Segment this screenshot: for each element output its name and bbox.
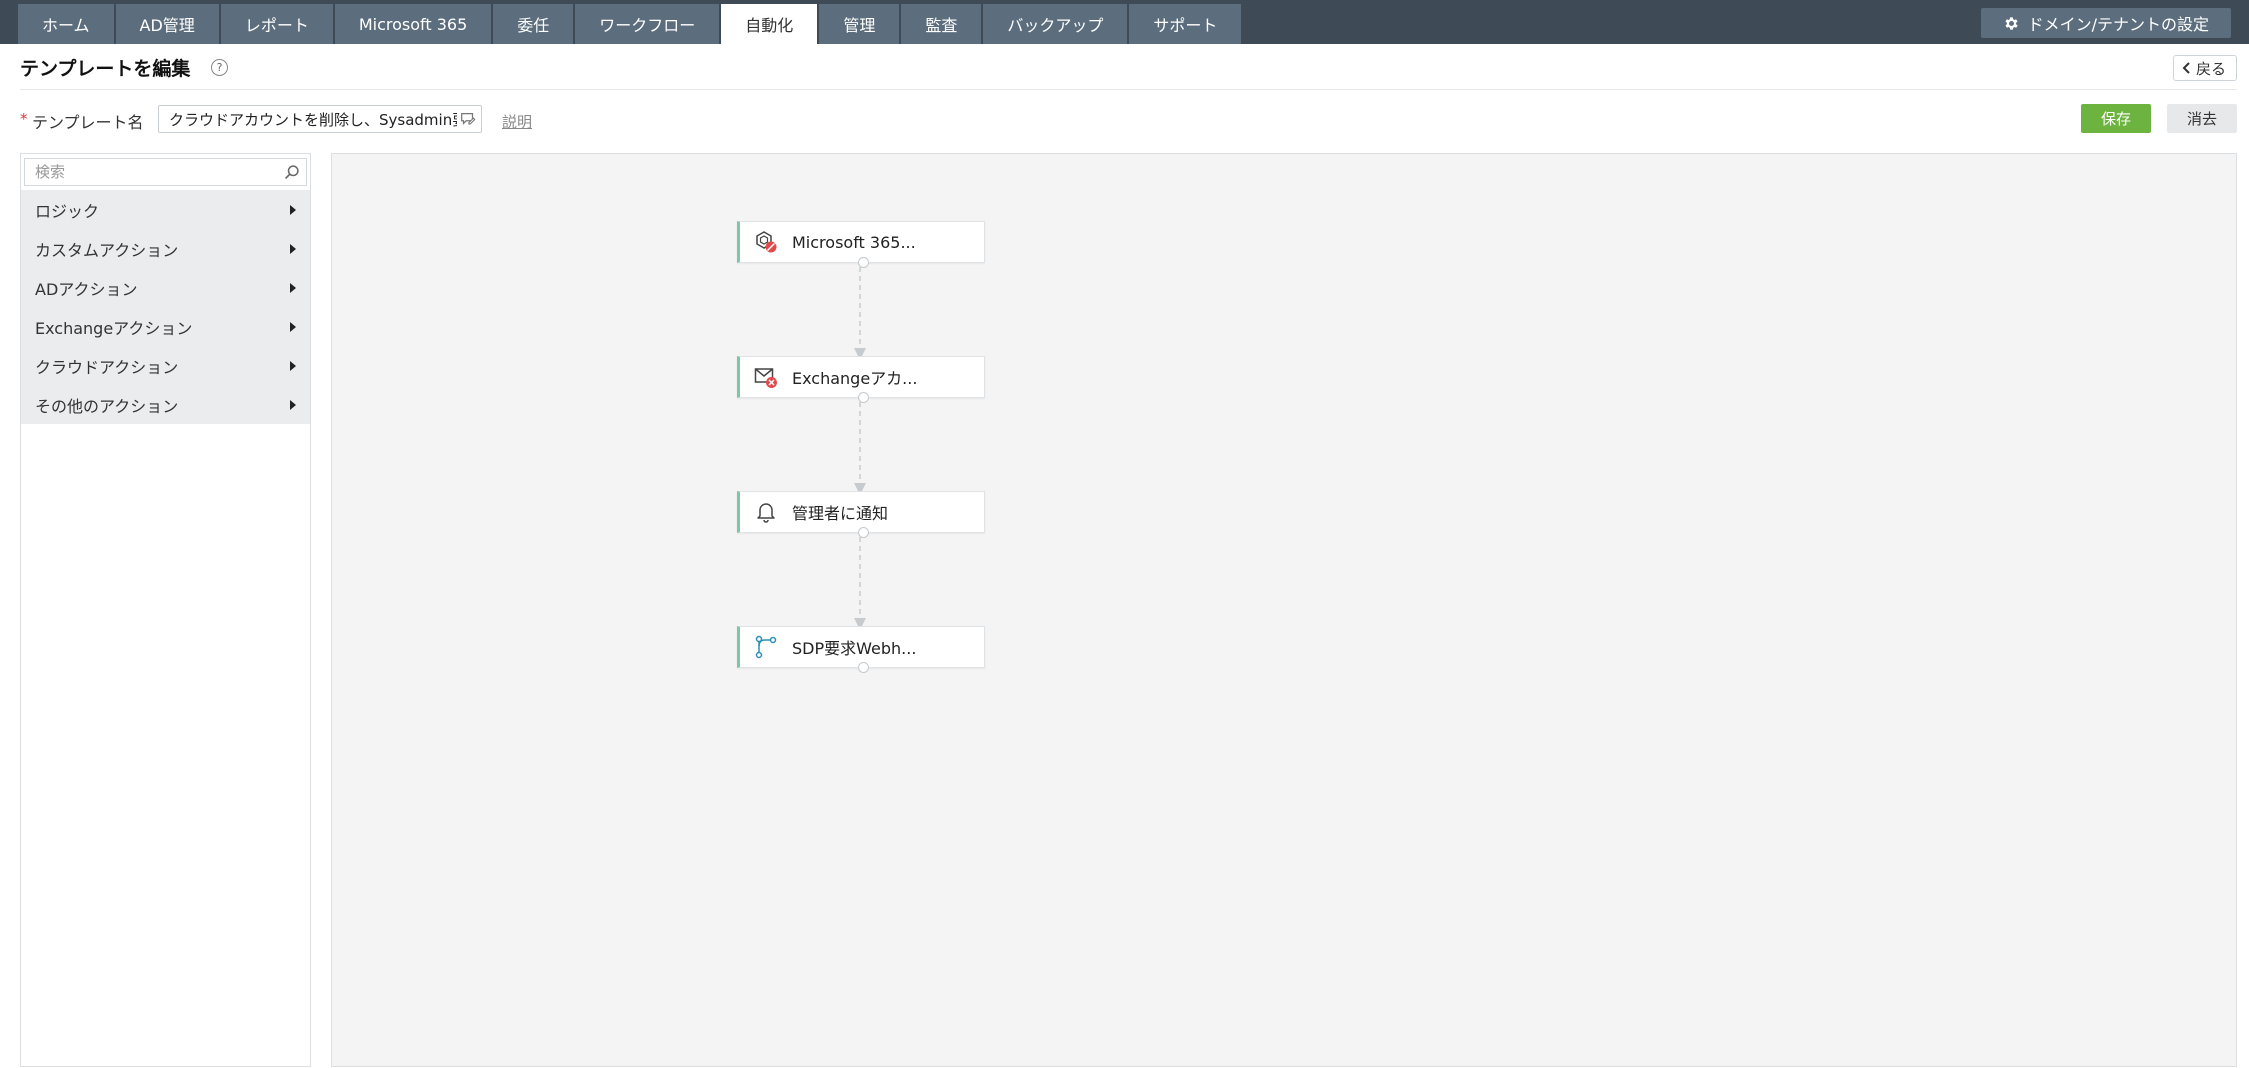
domain-tenant-settings-button[interactable]: ドメイン/テナントの設定 bbox=[1980, 8, 2231, 38]
m365-delete-icon bbox=[756, 231, 777, 253]
category-label: クラウドアクション bbox=[35, 357, 179, 377]
category-exchange-actions[interactable]: Exchangeアクション bbox=[21, 307, 310, 346]
category-label: カスタムアクション bbox=[35, 240, 179, 260]
workflow-canvas[interactable]: Microsoft 365... Exchangeアカ... 管理者に通知 SD… bbox=[331, 153, 2237, 1067]
node-output-port[interactable] bbox=[858, 662, 869, 673]
top-navigation-bar: ホーム AD管理 レポート Microsoft 365 委任 ワークフロー 自動… bbox=[0, 0, 2249, 44]
node-label: 管理者に通知 bbox=[792, 504, 889, 523]
tab-support[interactable]: サポート bbox=[1129, 4, 1242, 44]
tab-workflow[interactable]: ワークフロー bbox=[575, 4, 720, 44]
back-label: 戻る bbox=[2195, 59, 2226, 78]
tab-reports[interactable]: レポート bbox=[220, 4, 333, 44]
search-icon[interactable] bbox=[283, 164, 300, 181]
node-output-port[interactable] bbox=[858, 257, 869, 268]
category-ad-actions[interactable]: ADアクション bbox=[21, 268, 310, 307]
category-label: ロジック bbox=[35, 201, 100, 221]
bell-icon bbox=[757, 503, 775, 523]
workflow-node-exchange[interactable]: Exchangeアカ... bbox=[737, 356, 985, 403]
workflow-node-notify-admin[interactable]: 管理者に通知 bbox=[737, 491, 985, 538]
help-icon[interactable]: ? bbox=[211, 59, 228, 76]
category-label: ADアクション bbox=[35, 279, 138, 299]
tab-admin[interactable]: 管理 bbox=[819, 4, 900, 44]
node-label: Exchangeアカ... bbox=[792, 369, 918, 388]
workflow-connectors bbox=[854, 267, 866, 630]
tab-ad-management[interactable]: AD管理 bbox=[115, 4, 219, 44]
caret-right-icon bbox=[290, 360, 296, 371]
caret-right-icon bbox=[290, 282, 296, 293]
category-label: その他のアクション bbox=[35, 396, 179, 416]
category-other-actions[interactable]: その他のアクション bbox=[21, 385, 310, 424]
tab-automation[interactable]: 自動化 bbox=[721, 4, 818, 44]
tab-microsoft-365[interactable]: Microsoft 365 bbox=[334, 4, 492, 44]
node-label: SDP要求Webh... bbox=[792, 639, 917, 658]
category-cloud-actions[interactable]: クラウドアクション bbox=[21, 346, 310, 385]
action-search bbox=[24, 158, 307, 186]
tab-backup[interactable]: バックアップ bbox=[983, 4, 1128, 44]
node-output-port[interactable] bbox=[858, 392, 869, 403]
category-label: Exchangeアクション bbox=[35, 318, 193, 338]
search-input[interactable] bbox=[25, 159, 306, 185]
action-panel: ロジック カスタムアクション ADアクション Exchangeアクション クラウ… bbox=[20, 153, 311, 1067]
required-marker: * bbox=[20, 110, 28, 128]
webhook-icon bbox=[755, 635, 777, 659]
tab-delegation[interactable]: 委任 bbox=[493, 4, 574, 44]
comment-edit-icon[interactable] bbox=[459, 110, 477, 128]
back-button[interactable]: 戻る bbox=[2172, 55, 2237, 81]
node-label: Microsoft 365... bbox=[792, 232, 916, 252]
clear-button[interactable]: 消去 bbox=[2167, 104, 2237, 133]
category-logic[interactable]: ロジック bbox=[21, 190, 310, 229]
save-button[interactable]: 保存 bbox=[2081, 104, 2151, 133]
tab-home[interactable]: ホーム bbox=[18, 4, 114, 44]
tab-audit[interactable]: 監査 bbox=[901, 4, 982, 44]
gear-icon bbox=[2005, 16, 2018, 30]
category-custom-actions[interactable]: カスタムアクション bbox=[21, 229, 310, 268]
main-tabs: ホーム AD管理 レポート Microsoft 365 委任 ワークフロー 自動… bbox=[18, 4, 1243, 44]
tenant-settings-label: ドメイン/テナントの設定 bbox=[2027, 15, 2209, 34]
node-output-port[interactable] bbox=[858, 527, 869, 538]
caret-right-icon bbox=[290, 204, 296, 215]
caret-right-icon bbox=[290, 321, 296, 332]
action-category-list: ロジック カスタムアクション ADアクション Exchangeアクション クラウ… bbox=[21, 190, 310, 424]
workflow-node-m365[interactable]: Microsoft 365... bbox=[737, 221, 985, 268]
workflow-node-sdp-webhook[interactable]: SDP要求Webh... bbox=[737, 626, 985, 673]
chevron-left-icon bbox=[2182, 62, 2190, 74]
description-link[interactable]: 説明 bbox=[502, 111, 532, 132]
caret-right-icon bbox=[290, 243, 296, 254]
caret-right-icon bbox=[290, 399, 296, 410]
mail-delete-icon bbox=[754, 368, 777, 388]
page-title: テンプレートを編集 bbox=[20, 58, 191, 80]
header-divider bbox=[20, 89, 2237, 90]
template-name-label: テンプレート名 bbox=[32, 113, 144, 132]
template-name-input[interactable] bbox=[158, 105, 482, 133]
